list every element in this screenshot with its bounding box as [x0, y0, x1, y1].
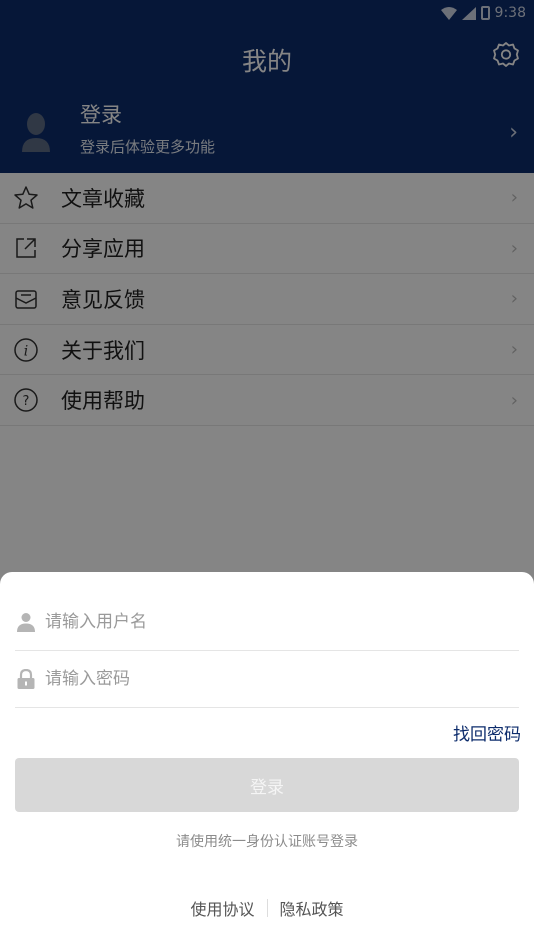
user-icon — [17, 613, 35, 632]
password-field — [15, 651, 519, 708]
login-hint: 请使用统一身份认证账号登录 — [176, 834, 358, 850]
login-sheet: 找回密码 登录 请使用统一身份认证账号登录 使用协议 隐私政策 — [0, 572, 534, 950]
agreement-links: 使用协议 隐私政策 — [0, 896, 534, 920]
forgot-password-link[interactable]: 找回密码 — [453, 720, 521, 745]
link-divider — [266, 899, 268, 917]
password-input[interactable] — [45, 661, 505, 697]
username-input[interactable] — [45, 604, 505, 640]
login-button[interactable]: 登录 — [15, 758, 519, 812]
terms-link[interactable]: 使用协议 — [190, 896, 254, 920]
privacy-link[interactable]: 隐私政策 — [280, 896, 344, 920]
lock-icon — [17, 669, 35, 689]
username-field — [15, 594, 519, 651]
